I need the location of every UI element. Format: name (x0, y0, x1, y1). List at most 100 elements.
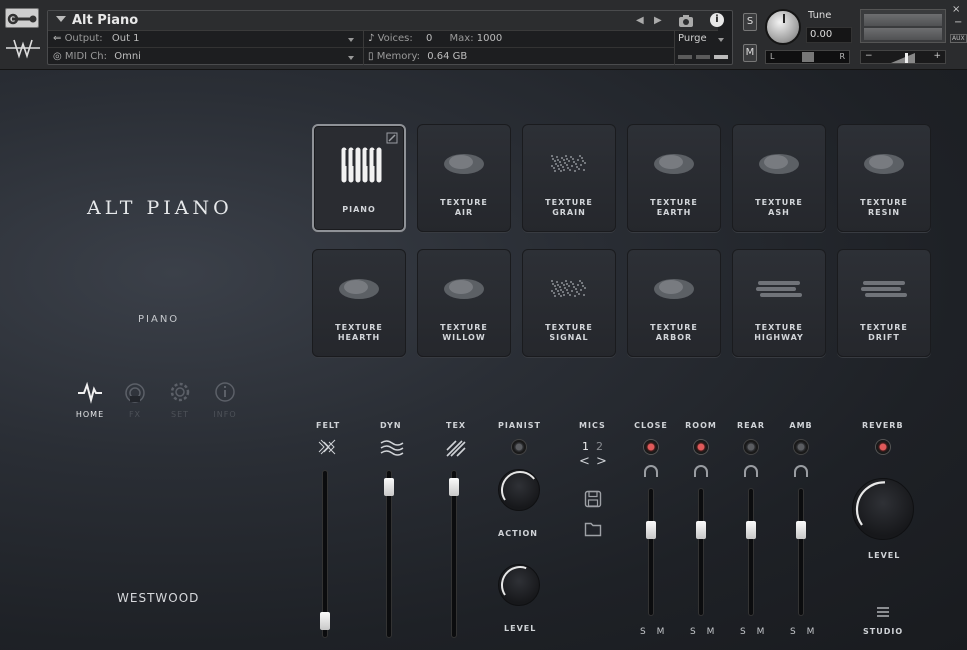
tile-label-line1: TEXTURE (650, 323, 698, 332)
instrument-name[interactable]: Alt Piano (72, 12, 138, 30)
reverb-toggle[interactable] (876, 440, 890, 454)
purge-dropdown[interactable]: Purge (678, 33, 707, 44)
output-icon: ⇐ (53, 33, 65, 44)
mic-phase-icon[interactable] (694, 465, 708, 477)
mic-phase-icon[interactable] (644, 465, 658, 477)
reverb-level-knob[interactable] (852, 478, 914, 540)
nav-set[interactable]: SET (160, 380, 200, 419)
mic-fader[interactable] (698, 488, 704, 616)
tile-label-line2: ASH (768, 208, 790, 217)
tile-label-line1: TEXTURE (440, 323, 488, 332)
dyn-label: DYN (380, 421, 402, 430)
pan-slider[interactable]: L R (765, 50, 850, 64)
output-dropdown-icon[interactable] (348, 38, 354, 42)
minimize-button[interactable]: − (954, 17, 962, 28)
mute-button[interactable]: M (743, 44, 757, 62)
solo-mute-buttons[interactable]: S M (640, 627, 668, 637)
close-button[interactable]: × (952, 4, 960, 15)
nav-fx[interactable]: FX (115, 380, 155, 419)
mic-phase-icon[interactable] (744, 465, 758, 477)
texture-cloud-icon (444, 154, 484, 174)
tune-label: Tune (808, 10, 832, 21)
nav-info[interactable]: INFO (205, 380, 245, 419)
preset-tile[interactable]: TEXTURE DRIFT (837, 249, 931, 357)
preset-tile[interactable]: TEXTURE GRAIN (522, 124, 616, 232)
tune-value[interactable]: 0.00 (806, 27, 852, 43)
level-meter (860, 9, 946, 43)
felt-slider-handle[interactable] (320, 611, 330, 630)
midi-row[interactable]: ◎ MIDI Ch: Omni (53, 50, 141, 64)
current-preset-label: PIANO (138, 314, 180, 325)
preset-tile[interactable]: TEXTURE HIGHWAY (732, 249, 826, 357)
tile-label-line2: WILLOW (442, 333, 486, 342)
edit-icon[interactable] (386, 132, 398, 144)
mic-enable-button[interactable] (644, 440, 658, 454)
purge-dropdown-icon[interactable] (718, 38, 724, 42)
preset-tile[interactable]: PIANO (312, 124, 406, 232)
midi-dropdown-icon[interactable] (348, 56, 354, 60)
tex-label: TEX (446, 421, 467, 430)
dyn-slider-handle[interactable] (384, 478, 394, 497)
nav-home[interactable]: HOME (70, 380, 110, 419)
felt-label: FELT (316, 421, 341, 430)
tile-label-line2: DRIFT (868, 333, 900, 342)
info-icon[interactable]: i (710, 13, 724, 27)
tile-label-line1: TEXTURE (440, 198, 488, 207)
preset-tile[interactable]: TEXTURE ARBOR (627, 249, 721, 357)
mic-fader[interactable] (798, 488, 804, 616)
texture-stroke-icon (861, 281, 907, 297)
voices-row: ♪ Voices: 0 Max: 1000 (368, 33, 503, 44)
preset-tile[interactable]: TEXTURE AIR (417, 124, 511, 232)
preset-tile[interactable]: TEXTURE RESIN (837, 124, 931, 232)
mic-enable-button[interactable] (694, 440, 708, 454)
mic-phase-icon[interactable] (794, 465, 808, 477)
collapse-arrow-icon[interactable] (56, 16, 66, 22)
mic-fader-handle[interactable] (796, 520, 806, 539)
output-value: Out 1 (111, 33, 140, 44)
mic-fader-handle[interactable] (646, 520, 656, 539)
tile-label-line1: TEXTURE (545, 198, 593, 207)
output-row[interactable]: ⇐ Output: Out 1 (53, 32, 140, 46)
action-knob[interactable] (498, 469, 540, 511)
aux-button[interactable]: AUX (950, 34, 967, 43)
mic-next-button[interactable]: > (596, 454, 607, 469)
solo-mute-buttons[interactable]: S M (740, 627, 768, 637)
preset-tile[interactable]: TEXTURE EARTH (627, 124, 721, 232)
mic-fader[interactable] (748, 488, 754, 616)
save-icon[interactable] (584, 490, 602, 508)
menu-icon[interactable] (876, 606, 890, 618)
pianist-toggle[interactable] (512, 440, 526, 454)
mic-page-2[interactable]: 2 (596, 440, 603, 453)
solo-mute-buttons[interactable]: S M (690, 627, 718, 637)
mic-fader-handle[interactable] (746, 520, 756, 539)
volume-slider[interactable]: − + (860, 50, 946, 64)
texture-cloud-icon (339, 279, 379, 299)
preset-tile[interactable]: TEXTURE WILLOW (417, 249, 511, 357)
tune-knob[interactable] (765, 9, 801, 45)
wrench-icon[interactable] (5, 8, 39, 28)
solo-mute-buttons[interactable]: S M (790, 627, 818, 637)
mic-fader-handle[interactable] (696, 520, 706, 539)
prev-instrument-button[interactable]: ◀ (636, 16, 644, 26)
studio-label: STUDIO (863, 627, 904, 636)
mic-page-1[interactable]: 1 (582, 440, 589, 453)
mic-fader[interactable] (648, 488, 654, 616)
mic-enable-button[interactable] (744, 440, 758, 454)
preset-tile[interactable]: TEXTURE SIGNAL (522, 249, 616, 357)
preset-tile[interactable]: TEXTURE HEARTH (312, 249, 406, 357)
camera-icon[interactable] (678, 13, 694, 27)
next-instrument-button[interactable]: ▶ (654, 16, 662, 26)
tile-label-line1: TEXTURE (650, 198, 698, 207)
pianist-level-knob[interactable] (498, 564, 540, 606)
preset-tile[interactable]: TEXTURE ASH (732, 124, 826, 232)
mic-enable-button[interactable] (794, 440, 808, 454)
texture-grain-icon (551, 280, 586, 297)
mic-prev-button[interactable]: < (579, 454, 590, 469)
tex-slider-handle[interactable] (449, 478, 459, 497)
midi-value: Omni (114, 51, 141, 62)
solo-button[interactable]: S (743, 13, 757, 31)
pan-handle[interactable] (802, 52, 814, 62)
texture-cloud-icon (444, 279, 484, 299)
memory-row: ▯ Memory: 0.64 GB (368, 51, 468, 62)
folder-icon[interactable] (584, 521, 602, 537)
